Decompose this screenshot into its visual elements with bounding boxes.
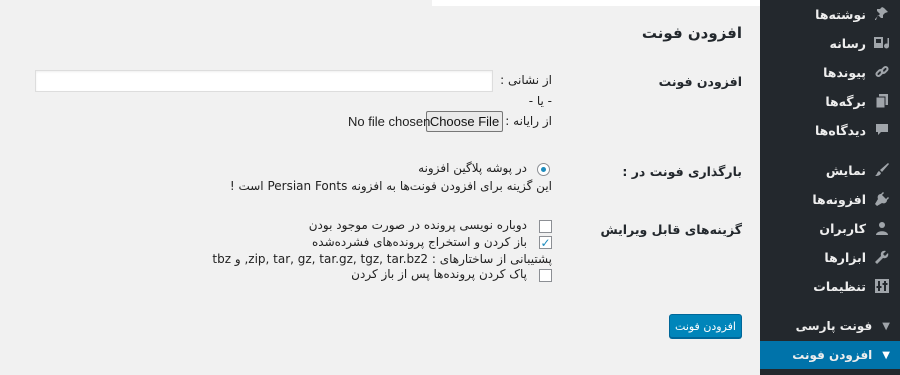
delete-after-extract-checkbox[interactable] <box>539 269 552 282</box>
pushpin-icon <box>874 6 890 22</box>
wrench-icon <box>874 249 890 265</box>
plugin-folder-radio[interactable] <box>537 163 550 176</box>
admin-page: نوشته‌ها رسانه پیوندها برگه‌ها دیدگاه‌ها <box>0 0 900 375</box>
sidebar-item-label: کاربران <box>819 220 866 236</box>
sidebar-item-label: افزونه‌ها <box>812 191 866 207</box>
sidebar-item-appearance[interactable]: نمایش <box>760 156 900 184</box>
from-computer-label: از رایانه : <box>505 114 552 128</box>
plugin-icon <box>874 191 890 207</box>
sidebar-item-label: نوشته‌ها <box>815 6 866 22</box>
plugin-folder-option-label: در پوشه پلاگین افزونه <box>418 161 527 175</box>
sidebar-item-label: رسانه <box>829 35 866 51</box>
sidebar-item-persian-font[interactable]: ▼ فونت پارسی <box>760 312 900 340</box>
sidebar-item-label: ابزارها <box>824 249 866 265</box>
pages-icon <box>874 93 890 109</box>
add-font-submit-button[interactable]: افزودن فونت <box>669 314 742 338</box>
upload-location-label: بارگذاری فونت در : <box>622 164 742 179</box>
extract-label: باز کردن و استخراج پرونده‌های فشرده‌شده <box>312 235 527 249</box>
comment-icon <box>874 122 890 138</box>
or-separator: - یا - <box>528 94 552 108</box>
sidebar-item-plugins[interactable]: افزونه‌ها <box>760 185 900 213</box>
active-pointer <box>752 347 760 363</box>
delete-after-extract-label: پاک کردن پرونده‌ها پس از باز کردن <box>351 267 527 281</box>
settings-icon <box>874 278 890 294</box>
choose-file-button[interactable]: Choose File <box>426 111 503 132</box>
sidebar-item-label: دیدگاه‌ها <box>814 122 866 138</box>
sidebar-item-pages[interactable]: برگه‌ها <box>760 87 900 115</box>
sidebar-item-add-font[interactable]: ▼ افزودن فونت <box>752 341 900 369</box>
link-icon <box>874 64 890 80</box>
sidebar-item-links[interactable]: پیوندها <box>760 58 900 86</box>
add-font-label: افزودن فونت <box>658 74 742 89</box>
sidebar-item-label: پیوندها <box>823 64 866 80</box>
overwrite-label: دوباره نویسی پرونده در صورت موجود بودن <box>308 218 527 232</box>
overwrite-checkbox[interactable] <box>539 220 552 233</box>
sidebar-item-label: تنظیمات <box>813 278 866 294</box>
sidebar-item-users[interactable]: کاربران <box>760 214 900 242</box>
brush-icon <box>874 162 890 178</box>
sidebar-item-label: برگه‌ها <box>825 93 866 109</box>
users-icon <box>874 220 890 236</box>
sidebar-item-comments[interactable]: دیدگاه‌ها <box>760 116 900 144</box>
upload-location-note: این گزینه برای افزودن فونت‌ها به افزونه … <box>229 179 552 193</box>
media-icon <box>874 35 890 51</box>
sidebar-item-media[interactable]: رسانه <box>760 29 900 57</box>
chevron-icon: ▼ <box>882 320 890 332</box>
sidebar-item-posts[interactable]: نوشته‌ها <box>760 0 900 28</box>
sidebar-item-label: فونت پارسی <box>795 319 873 333</box>
sidebar-item-settings[interactable]: تنظیمات <box>760 272 900 300</box>
page-title: افزودن فونت <box>641 24 742 42</box>
no-file-text: No file chosen <box>348 114 431 129</box>
font-url-input[interactable] <box>35 70 493 92</box>
sidebar-item-label: نمایش <box>825 162 866 178</box>
chevron-icon: ▼ <box>882 349 890 361</box>
admin-sidebar: نوشته‌ها رسانه پیوندها برگه‌ها دیدگاه‌ها <box>752 0 900 375</box>
extract-checkbox[interactable]: ✓ <box>539 236 552 249</box>
sidebar-item-label: افزودن فونت <box>792 348 873 362</box>
top-strip <box>432 0 760 6</box>
sidebar-item-tools[interactable]: ابزارها <box>760 243 900 271</box>
from-url-label: از نشانی : <box>500 73 552 87</box>
editable-options-label: گزینه‌های قابل ویرایش <box>600 222 742 237</box>
supported-formats-text: پشتیبانی از ساختارهای : zip, tar, gz, ta… <box>212 252 552 266</box>
